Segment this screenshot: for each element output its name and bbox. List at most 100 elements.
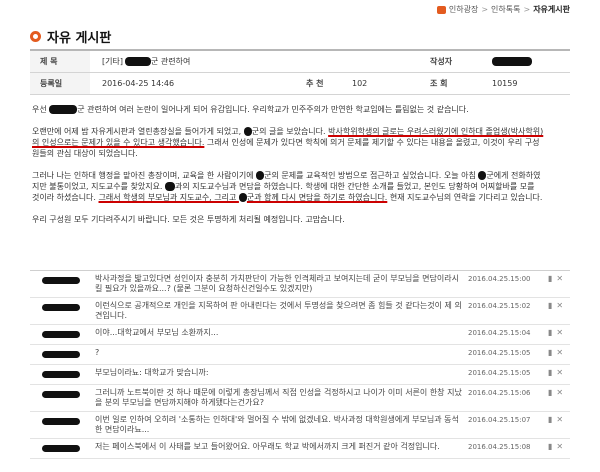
underlined-text: 그래서 학생의 부모님과 지도교수, 그리고: [98, 193, 239, 202]
report-icon[interactable]: ▮: [548, 274, 552, 283]
comment-text: 박사과정을 밟고있다면 성인이자 충분히 가치판단이 가능한 인격체라고 보여지…: [95, 274, 459, 293]
body-text: 군의 문제를 교육적인 방법으로 접근하고 싶었습니다. 오늘 아침: [264, 171, 479, 180]
body-text: 군 관련하여 여러 논란이 일어나게 되어 유감입니다. 우리학교가 민주주의가…: [77, 105, 469, 114]
body-text: 현재 지도교수님의 연락을 기다리고 있습니다.: [387, 193, 543, 202]
date-value: 2016-04-25 14:46: [102, 79, 175, 88]
redacted-author: [42, 351, 80, 358]
breadcrumb-separator: >: [523, 5, 531, 14]
redacted-author: [42, 331, 80, 338]
comment-author: [30, 348, 95, 359]
redacted-author: [42, 277, 80, 284]
comment-date: 2016.04.25.15:06: [468, 389, 531, 397]
body-paragraph: 오랜만에 어제 밤 자유게시판과 열린총장실을 들어가게 되었고, 군의 글을 …: [32, 126, 544, 159]
close-icon[interactable]: ✕: [556, 442, 563, 451]
report-icon[interactable]: ▮: [548, 328, 552, 337]
report-icon[interactable]: ▮: [548, 415, 552, 424]
redacted-name: [256, 171, 265, 180]
close-icon[interactable]: ✕: [556, 328, 563, 337]
underlined-text: 군과 함께 다시 면담을 하기로 하였습니다.: [246, 193, 388, 202]
comment-author: [30, 415, 95, 426]
subject-value: [기타] 군 관련하여: [90, 51, 420, 72]
comment-author: [30, 328, 95, 339]
comment-row: ? 2016.04.25.15:05 ▮ ✕: [30, 345, 570, 365]
body-paragraph: 그러나 나는 인하대 행정을 맡아진 총장이며, 교육을 한 사람이기에 군의 …: [32, 170, 544, 203]
comment-date: 2016.04.25.15:08: [468, 443, 531, 451]
board-title-text: 자유 게시판: [47, 31, 112, 46]
comment-row: 이런식으로 공개적으로 개인을 지목하여 판 아내린다는 것에서 투명성을 찾으…: [30, 298, 570, 325]
date-label: 등록일: [30, 73, 90, 94]
redacted-author: [42, 304, 80, 311]
comment-date: 2016.04.25.15:00: [468, 275, 531, 283]
comment-author: [30, 368, 95, 379]
comment-text: ?: [95, 348, 100, 357]
views-count: 10159: [492, 79, 518, 88]
redacted-author: [42, 391, 80, 398]
close-icon[interactable]: ✕: [556, 274, 563, 283]
post-meta-table: 제 목 [기타] 군 관련하여 작성자 등록일 2016-04-25 14:46…: [30, 49, 570, 95]
breadcrumb-item-talk[interactable]: 인하톡톡: [491, 4, 520, 15]
breadcrumb: 인하광장 > 인하톡톡 > 자유게시판: [436, 4, 570, 15]
redacted-name: [165, 182, 176, 191]
report-icon[interactable]: ▮: [548, 348, 552, 357]
views-label: 조 회: [420, 73, 480, 94]
comment-author: [30, 388, 95, 399]
redacted-name: [49, 105, 78, 114]
redacted-author: [42, 418, 80, 425]
post-body: 우선 군 관련하여 여러 논란이 일어나게 되어 유감입니다. 우리학교가 민주…: [32, 104, 544, 236]
body-text: 그러나 나는 인하대 행정을 맡아진 총장이며, 교육을 한 사람이기에: [32, 171, 257, 180]
comment-text: 이런식으로 공개적으로 개인을 지목하여 판 아내린다는 것에서 투명성을 찾으…: [95, 301, 462, 320]
subject-label: 제 목: [30, 51, 90, 72]
report-icon[interactable]: ▮: [548, 442, 552, 451]
close-icon[interactable]: ✕: [556, 415, 563, 424]
redacted-author: [42, 445, 80, 452]
body-text: 우선: [32, 105, 50, 114]
subject-prefix: [기타]: [102, 57, 123, 66]
comment-text: 그러니까 노트북이란 것 하나 때문에 이렇게 총장님께서 직접 인성을 걱정하…: [95, 388, 462, 407]
comment-date: 2016.04.25.15:07: [468, 416, 531, 424]
body-paragraph: 우선 군 관련하여 여러 논란이 일어나게 되어 유감입니다. 우리학교가 민주…: [32, 104, 544, 115]
subject-text: 군 관련하여: [150, 57, 191, 66]
home-icon[interactable]: [436, 5, 446, 14]
comment-row: 이야...대학교에서 부모님 소환까지... 2016.04.25.15:04 …: [30, 325, 570, 345]
body-paragraph: 우리 구성원 모두 기다려주시기 바랍니다. 모든 것은 투명하게 처리될 예정…: [32, 215, 345, 224]
author-value: [480, 51, 570, 72]
comment-author: [30, 301, 95, 312]
close-icon[interactable]: ✕: [556, 388, 563, 397]
comment-author: [30, 274, 95, 285]
comment-text: 이번 일로 인하여 오히려 '소통하는 인하대'와 멀어질 수 밖에 없겠네요.…: [95, 415, 459, 434]
breadcrumb-item-current: 자유게시판: [533, 5, 570, 14]
redacted-author: [42, 371, 80, 378]
redacted-name: [238, 193, 247, 202]
comment-row: 박사과정을 밟고있다면 성인이자 충분히 가치판단이 가능한 인격체라고 보여지…: [30, 271, 570, 298]
comment-row: 부모님이라뇨: 대학교가 맞습니까: 2016.04.25.15:05 ▮ ✕: [30, 365, 570, 385]
comment-date: 2016.04.25.15:04: [468, 329, 531, 337]
comment-row: 그러니까 노트북이란 것 하나 때문에 이렇게 총장님께서 직접 인성을 걱정하…: [30, 385, 570, 412]
breadcrumb-separator: >: [481, 5, 489, 14]
body-text: 군의 글을 보았습니다.: [251, 127, 329, 136]
comment-author: [30, 442, 95, 453]
board-title: 자유 게시판: [30, 27, 111, 46]
redacted-name: [243, 127, 252, 136]
comment-date: 2016.04.25.15:05: [468, 369, 531, 377]
redacted-author: [492, 57, 532, 66]
breadcrumb-item-plaza[interactable]: 인하광장: [449, 4, 478, 15]
comment-row: 저는 페이스북에서 이 사태를 보고 들어왔어요. 아무래도 학교 박에서까지 …: [30, 439, 570, 459]
recommend-label: 추 천: [270, 73, 340, 94]
report-icon[interactable]: ▮: [548, 368, 552, 377]
comment-date: 2016.04.25.15:02: [468, 302, 531, 310]
comment-row: 이번 일로 인하여 오히려 '소통하는 인하대'와 멀어질 수 밖에 없겠네요.…: [30, 412, 570, 439]
close-icon[interactable]: ✕: [556, 368, 563, 377]
comment-date: 2016.04.25.15:05: [468, 349, 531, 357]
info-row: 등록일 2016-04-25 14:46 추 천 102 조 회 10159: [30, 73, 570, 95]
subject-row: 제 목 [기타] 군 관련하여 작성자: [30, 51, 570, 73]
comment-text: 저는 페이스북에서 이 사태를 보고 들어왔어요. 아무래도 학교 박에서까지 …: [95, 442, 440, 451]
close-icon[interactable]: ✕: [556, 348, 563, 357]
circle-bullet-icon: [30, 31, 41, 42]
close-icon[interactable]: ✕: [556, 301, 563, 310]
report-icon[interactable]: ▮: [548, 388, 552, 397]
report-icon[interactable]: ▮: [548, 301, 552, 310]
body-text: 오랜만에 어제 밤 자유게시판과 열린총장실을 들어가게 되었고,: [32, 127, 244, 136]
recommend-count: 102: [352, 79, 368, 88]
redacted-name: [124, 57, 151, 66]
comment-text: 이야...대학교에서 부모님 소환까지...: [95, 328, 219, 337]
